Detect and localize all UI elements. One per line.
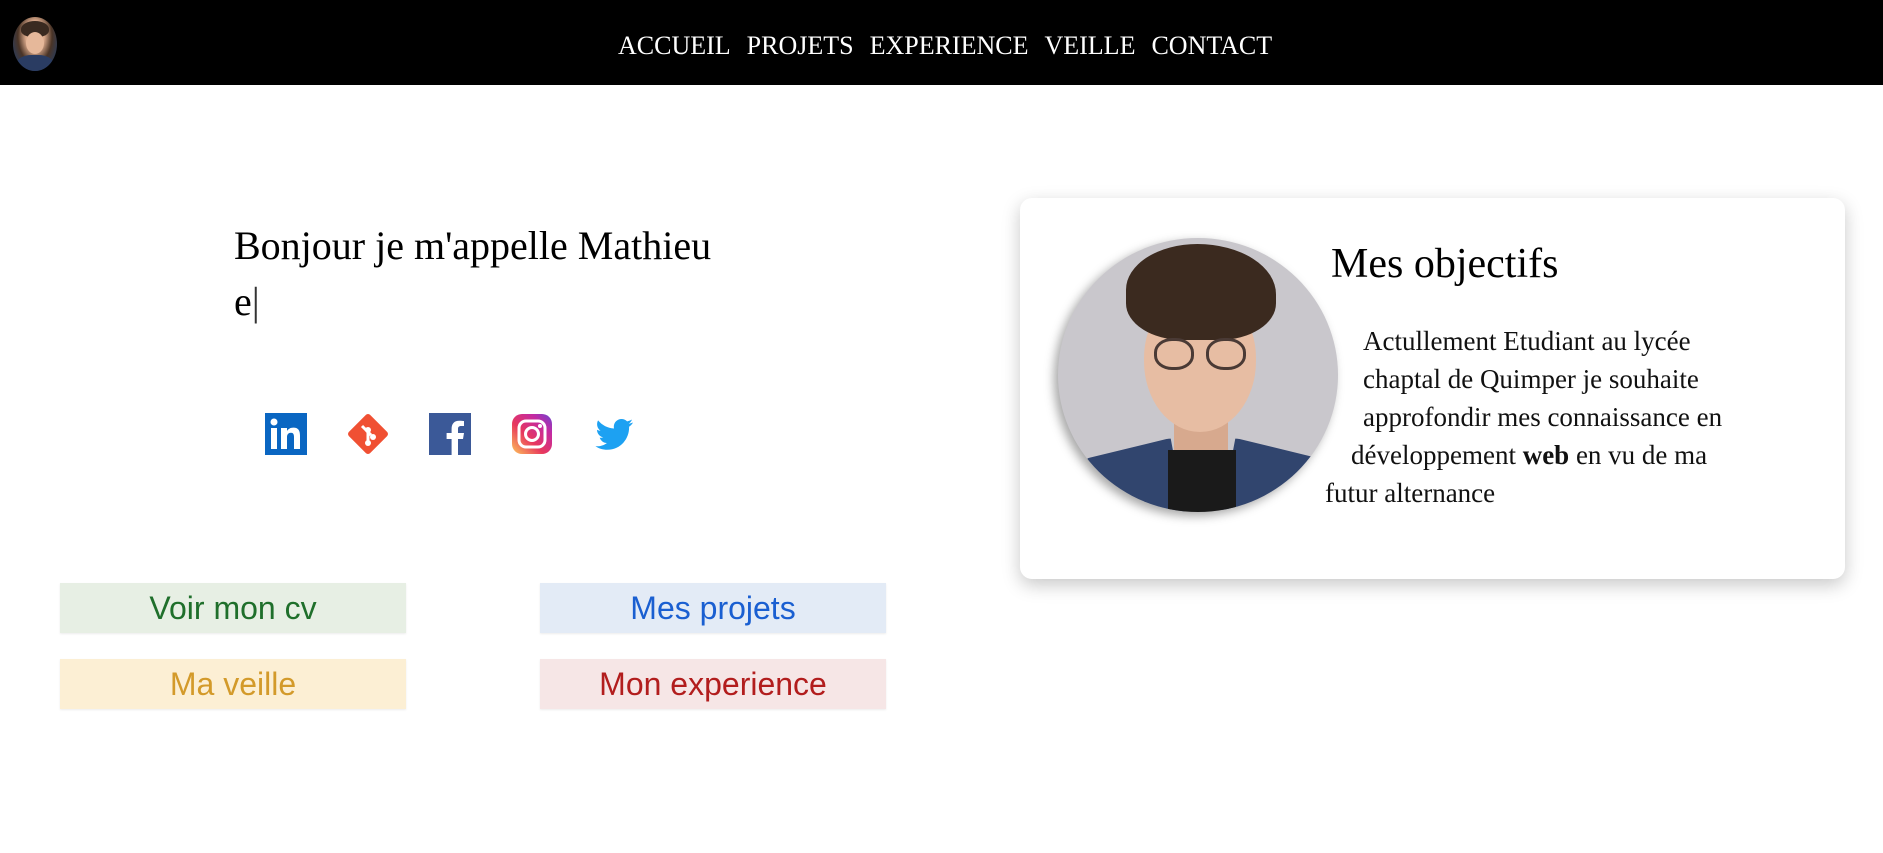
objectives-line-2: chaptal de Quimper je souhaite: [1363, 364, 1699, 394]
objectives-keyword-web: web: [1522, 440, 1570, 470]
objectives-text: Actullement Etudiant au lycée chaptal de…: [1325, 322, 1755, 512]
veille-button[interactable]: Ma veille: [60, 659, 406, 709]
social-links: [265, 413, 635, 455]
objectives-line-4: développement web en vu de ma: [1325, 436, 1755, 474]
objectives-line-1: Actullement Etudiant au lycée: [1363, 326, 1691, 356]
projects-button[interactable]: Mes projets: [540, 583, 886, 633]
objectives-title: Mes objectifs: [1331, 241, 1559, 287]
text-cursor: |: [251, 279, 260, 324]
typed-line: e|: [234, 274, 794, 330]
photo-shirt: [1168, 450, 1236, 512]
profile-avatar[interactable]: [13, 17, 57, 71]
nav-link-experience[interactable]: EXPERIENCE: [870, 31, 1029, 61]
profile-photo: [1058, 238, 1338, 512]
nav-link-veille[interactable]: VEILLE: [1044, 31, 1135, 61]
twitter-icon[interactable]: [593, 413, 635, 455]
intro-heading: Bonjour je m'appelle Mathieu e|: [234, 218, 794, 330]
nav-menu: ACCUEIL PROJETS EXPERIENCE VEILLE CONTAC…: [618, 31, 1272, 61]
facebook-icon[interactable]: [429, 413, 471, 455]
avatar-face: [26, 32, 44, 54]
typed-text: e: [234, 279, 252, 324]
photo-glasses-right: [1206, 338, 1246, 370]
objectives-line-4-start: développement: [1351, 440, 1523, 470]
cv-button[interactable]: Voir mon cv: [60, 583, 406, 633]
nav-link-contact[interactable]: CONTACT: [1151, 31, 1272, 61]
experience-button[interactable]: Mon experience: [540, 659, 886, 709]
instagram-icon[interactable]: [511, 413, 553, 455]
linkedin-icon[interactable]: [265, 413, 307, 455]
photo-hair: [1126, 244, 1276, 340]
git-icon[interactable]: [347, 413, 389, 455]
nav-link-accueil[interactable]: ACCUEIL: [618, 31, 731, 61]
photo-glasses-left: [1154, 338, 1194, 370]
objectives-card: Mes objectifs Actullement Etudiant au ly…: [1020, 198, 1845, 579]
top-navbar: ACCUEIL PROJETS EXPERIENCE VEILLE CONTAC…: [0, 0, 1883, 85]
objectives-line-3: approfondir mes connaissance en: [1363, 402, 1723, 432]
avatar-body: [17, 55, 53, 71]
nav-link-projets[interactable]: PROJETS: [747, 31, 854, 61]
objectives-line-4-end: en vu de ma: [1569, 440, 1708, 470]
objectives-line-5: futur alternance: [1325, 478, 1496, 508]
greeting-text: Bonjour je m'appelle Mathieu: [234, 223, 712, 268]
